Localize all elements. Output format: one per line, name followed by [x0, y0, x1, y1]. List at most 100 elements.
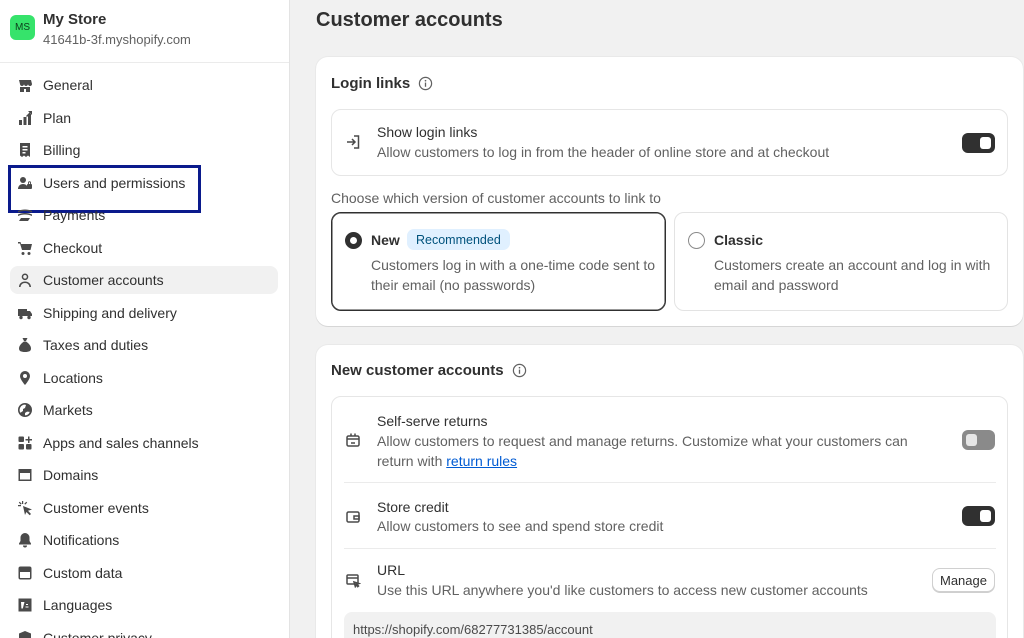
store-text: My Store 41641b-3f.myshopify.com	[43, 10, 191, 50]
sidebar-item-label: Markets	[43, 402, 93, 418]
cursor-click-icon	[16, 499, 34, 517]
sidebar-item-label: Customer events	[43, 499, 149, 516]
bell-icon	[16, 531, 34, 549]
new-accounts-heading: New customer accounts	[331, 362, 527, 379]
truck-icon	[16, 304, 34, 322]
returns-icon	[345, 432, 363, 450]
new-customer-accounts-card: New customer accounts Self-serve returns…	[316, 345, 1023, 638]
login-links-card: Login links Show login links Allow custo…	[316, 57, 1023, 326]
sidebar-item-taxes-and-duties[interactable]: Taxes and duties	[10, 331, 278, 359]
choose-version-label: Choose which version of customer account…	[331, 190, 661, 206]
globe-icon	[16, 401, 34, 419]
location-pin-icon	[16, 369, 34, 387]
row-divider	[344, 548, 996, 549]
sidebar-item-label: Taxes and duties	[43, 337, 149, 353]
sidebar-item-label: General	[43, 77, 93, 93]
new-accounts-title: New customer accounts	[331, 362, 504, 379]
store-name: My Store	[43, 11, 107, 28]
sidebar-item-users-and-permissions[interactable]: Users and permissions	[8, 164, 278, 213]
sidebar-item-customer-events[interactable]: Customer events	[10, 494, 278, 522]
radio-classic[interactable]	[688, 232, 705, 249]
tax-bag-icon	[16, 336, 34, 354]
option-classic-title: Classic	[714, 232, 764, 248]
sidebar-item-plan[interactable]: Plan	[10, 104, 278, 132]
sidebar-item-label: Plan	[43, 109, 72, 126]
sidebar-item-billing[interactable]: Billing	[10, 136, 278, 164]
apps-icon	[16, 434, 34, 452]
store-credit-desc: Allow customers to see and spend store c…	[377, 518, 664, 534]
sidebar-divider	[0, 62, 289, 63]
login-arrow-icon	[345, 134, 363, 152]
language-icon	[16, 596, 34, 614]
url-title: URL	[377, 562, 406, 578]
self-serve-returns-toggle[interactable]	[962, 430, 995, 450]
sidebar-item-locations[interactable]: Locations	[10, 364, 278, 392]
database-icon	[16, 564, 34, 582]
sidebar-item-label: Customer accounts	[43, 272, 164, 288]
sidebar-item-label: Notifications	[43, 532, 120, 548]
store-header[interactable]: MS My Store 41641b-3f.myshopify.com	[10, 10, 191, 50]
store-icon	[16, 76, 34, 94]
sidebar-item-shipping-and-delivery[interactable]: Shipping and delivery	[10, 299, 278, 327]
url-desc: Use this URL anywhere you'd like custome…	[377, 582, 868, 598]
login-links-title: Login links	[331, 75, 411, 92]
sidebar-item-label: Custom data	[43, 564, 123, 581]
radio-new[interactable]	[345, 232, 362, 249]
sidebar-item-label: Languages	[43, 597, 113, 613]
option-new-title: New	[371, 232, 400, 248]
manage-url-button[interactable]: Manage	[932, 568, 995, 592]
sidebar-item-custom-data[interactable]: Custom data	[10, 559, 278, 587]
sidebar-item-label: Locations	[43, 369, 103, 386]
sidebar-item-label: Billing	[43, 142, 81, 158]
show-login-links-toggle[interactable]	[962, 133, 995, 153]
store-credit-toggle[interactable]	[962, 506, 995, 526]
sidebar-item-label: Checkout	[43, 239, 103, 256]
sidebar-item-domains[interactable]: Domains	[10, 461, 278, 489]
sidebar-item-notifications[interactable]: Notifications	[10, 526, 278, 554]
show-login-links-desc: Allow customers to log in from the heade…	[377, 144, 830, 160]
sidebar-item-customer-accounts[interactable]: Customer accounts	[10, 266, 278, 294]
sidebar-item-label: Domains	[43, 467, 99, 483]
payments-icon	[16, 206, 34, 224]
option-classic-desc: Customers create an account and log in w…	[714, 257, 991, 293]
sidebar-item-languages[interactable]: Languages	[10, 591, 278, 619]
store-credit-title: Store credit	[377, 499, 449, 515]
option-classic-accounts[interactable]: Classic Customers create an account and …	[674, 212, 1008, 311]
sidebar-item-general[interactable]: General	[10, 71, 278, 99]
settings-nav: General Plan Billing Users and permissio…	[8, 71, 278, 638]
sidebar-item-checkout[interactable]: Checkout	[10, 234, 278, 262]
sidebar-item-markets[interactable]: Markets	[10, 396, 278, 424]
sidebar-item-label: Shipping and delivery	[43, 304, 177, 321]
sidebar-item-label: Payments	[43, 207, 106, 223]
plan-chart-icon	[16, 109, 34, 127]
info-icon[interactable]	[418, 76, 433, 91]
show-login-links-title: Show login links	[377, 124, 478, 140]
users-icon	[16, 174, 34, 192]
url-window-icon	[345, 572, 363, 590]
account-url-field[interactable]	[344, 612, 996, 638]
return-rules-link[interactable]: return rules	[446, 453, 517, 469]
store-domain: 41641b-3f.myshopify.com	[43, 32, 191, 47]
sidebar-item-label: Users and permissions	[43, 174, 186, 191]
new-accounts-settings: Self-serve returns Allow customers to re…	[331, 396, 1008, 638]
cart-icon	[16, 239, 34, 257]
settings-sidebar: MS My Store 41641b-3f.myshopify.com Gene…	[0, 0, 290, 638]
row-divider	[344, 482, 996, 483]
person-icon	[16, 271, 34, 289]
receipt-icon	[16, 141, 34, 159]
show-login-links-row: Show login links Allow customers to log …	[331, 109, 1008, 176]
sidebar-item-customer-privacy[interactable]: Customer privacy	[10, 624, 278, 638]
option-new-accounts[interactable]: New Recommended Customers log in with a …	[331, 212, 666, 311]
sidebar-item-apps-and-sales-channels[interactable]: Apps and sales channels	[10, 429, 278, 457]
store-avatar: MS	[10, 15, 35, 40]
info-icon[interactable]	[512, 363, 527, 378]
domains-icon	[16, 466, 34, 484]
page-title: Customer accounts	[316, 9, 503, 31]
self-serve-returns-desc: Allow customers to request and manage re…	[377, 431, 937, 471]
recommended-badge: Recommended	[407, 229, 510, 250]
self-serve-returns-title: Self-serve returns	[377, 413, 488, 429]
option-new-desc: Customers log in with a one-time code se…	[371, 257, 656, 293]
privacy-icon	[16, 629, 34, 638]
login-links-heading: Login links	[331, 75, 433, 92]
sidebar-item-payments[interactable]: Payments	[10, 201, 278, 229]
